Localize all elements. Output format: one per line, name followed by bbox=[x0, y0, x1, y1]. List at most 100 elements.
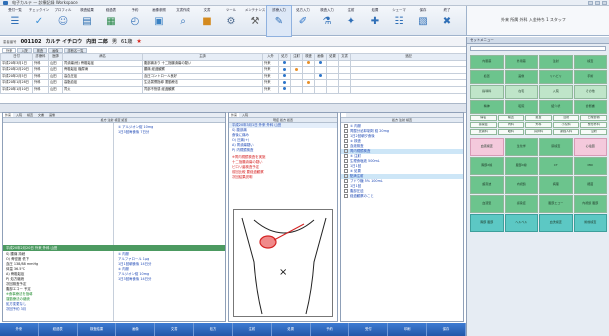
exam-set-button[interactable]: CT bbox=[539, 157, 573, 175]
order-checkbox[interactable] bbox=[344, 184, 348, 188]
exam-set-button[interactable]: 心電図 bbox=[573, 138, 607, 156]
order-checkbox[interactable] bbox=[344, 154, 348, 158]
order-checkbox[interactable] bbox=[344, 189, 348, 193]
exam-set-button[interactable]: 生化学 bbox=[504, 138, 538, 156]
minimize-button[interactable] bbox=[588, 1, 593, 5]
toolbar-button[interactable]: プロフィル ☺ bbox=[51, 6, 75, 36]
toolbar-button[interactable]: シェーマ ☷ bbox=[387, 6, 411, 36]
table-row[interactable]: 平成20年3月1日 外科 山田 胃潰瘍(他) 骨粗鬆症 腹部痛あり 十二指腸潰瘍の疑い外… bbox=[0, 59, 467, 68]
past-record-tab[interactable]: 外来 bbox=[3, 113, 14, 117]
order-checkbox[interactable] bbox=[344, 159, 348, 163]
toolbar-button[interactable]: 注射 ✦ bbox=[339, 6, 363, 36]
department-tab[interactable]: 注射 bbox=[552, 115, 580, 121]
exam-set-button[interactable]: 血液検査 bbox=[470, 138, 504, 156]
set-category-button[interactable]: 画像 bbox=[504, 70, 538, 84]
order-checkbox[interactable] bbox=[344, 139, 348, 143]
set-category-button[interactable]: 診断書 bbox=[573, 100, 607, 114]
function-key-button[interactable]: 経過表 bbox=[39, 323, 78, 336]
exam-set-button[interactable]: 胸部 腹部 bbox=[470, 214, 504, 232]
toolbar-button[interactable]: 処方入力 ✐ bbox=[291, 6, 315, 36]
exam-set-button[interactable]: MRI bbox=[573, 157, 607, 175]
order-checkbox[interactable] bbox=[344, 174, 348, 178]
toolbar-button[interactable]: 受付一覧 ☰ bbox=[3, 6, 27, 36]
department-tab[interactable]: 内科 bbox=[497, 122, 525, 128]
order-checkbox[interactable] bbox=[344, 134, 348, 138]
set-category-button[interactable]: 精神 bbox=[470, 100, 504, 114]
set-search-input[interactable] bbox=[470, 46, 606, 51]
function-key-button[interactable]: 予約 bbox=[311, 323, 350, 336]
past-record-tab[interactable]: 文書 bbox=[36, 113, 46, 117]
set-category-button[interactable]: 外用薬 bbox=[504, 55, 538, 69]
table-row[interactable]: 平成20年1月28日 外科 山田 高脂血症 生活習慣指導 運動療法 外来 bbox=[0, 79, 467, 87]
exam-set-button[interactable]: 血洗検査 bbox=[539, 214, 573, 232]
set-category-button[interactable]: 入院 bbox=[539, 85, 573, 99]
department-tab[interactable]: 検査 bbox=[497, 115, 525, 121]
function-key-button[interactable]: 処方 bbox=[194, 323, 233, 336]
set-category-button[interactable]: 転院 bbox=[504, 100, 538, 114]
set-category-button[interactable]: 処置 bbox=[470, 70, 504, 84]
function-key-button[interactable]: 文書 bbox=[155, 323, 195, 336]
exam-set-button[interactable]: 胸部X線 bbox=[470, 157, 504, 175]
function-key-button[interactable]: 保存 bbox=[427, 323, 466, 336]
toolbar-button[interactable]: 検査結果 ▤ bbox=[75, 6, 99, 36]
exam-set-button[interactable]: 腹部エコー bbox=[539, 195, 573, 213]
department-tab[interactable]: 眼科 bbox=[497, 129, 525, 135]
order-checkbox[interactable] bbox=[344, 164, 348, 168]
order-checkbox[interactable] bbox=[344, 124, 348, 128]
toolbar-button[interactable]: チェックイン ✓ bbox=[27, 6, 51, 36]
order-checkbox[interactable] bbox=[344, 169, 348, 173]
function-key-button[interactable]: 外来 bbox=[0, 323, 39, 336]
order-line[interactable]: 経過観察のこと bbox=[341, 194, 463, 199]
toolbar-button[interactable]: 診療入力 ✎ bbox=[266, 5, 292, 37]
function-key-button[interactable]: 印刷 bbox=[388, 323, 428, 336]
important-star-icon[interactable]: ★ bbox=[136, 38, 141, 45]
department-tab[interactable]: 日常診療 bbox=[580, 115, 607, 121]
order-checkbox[interactable] bbox=[344, 144, 348, 148]
department-tab[interactable]: 整形外科 bbox=[580, 122, 607, 128]
set-category-button[interactable]: リハビリ bbox=[539, 70, 573, 84]
close-window-button[interactable] bbox=[602, 1, 607, 5]
toolbar-button[interactable]: 経過表 ▦ bbox=[99, 6, 123, 36]
function-key-button[interactable]: 処置 bbox=[272, 323, 311, 336]
maximize-button[interactable] bbox=[595, 1, 600, 5]
set-category-button[interactable]: 紹介状 bbox=[539, 100, 573, 114]
function-key-button[interactable]: 検査結果 bbox=[78, 323, 117, 336]
orders-list[interactable]: ① 内服 胃酸分泌抑制剤 錠 20mg 1日2回朝夕食後 ② 検査 血液検査 胃内視鏡検査… bbox=[341, 123, 463, 199]
order-checkbox[interactable] bbox=[344, 194, 348, 198]
department-tab[interactable]: 処置 bbox=[525, 115, 552, 121]
exam-set-button[interactable]: 細菌 bbox=[573, 176, 607, 194]
function-key-button[interactable]: 注射 bbox=[233, 323, 272, 336]
department-tab[interactable]: 小児科 bbox=[552, 122, 580, 128]
exam-set-button[interactable]: 血液型 bbox=[470, 195, 504, 213]
table-row[interactable]: 平成20年1月10日 外科 山田 胃炎 胃部不快感 経過観察 外来 bbox=[0, 85, 467, 94]
past-record-tab[interactable]: 入院 bbox=[14, 113, 24, 117]
order-checkbox[interactable] bbox=[344, 149, 348, 153]
toolbar-button[interactable]: 検査入力 ⚗ bbox=[315, 6, 339, 36]
set-category-button[interactable]: 注射 bbox=[539, 55, 573, 69]
function-key-button[interactable]: 受付 bbox=[349, 323, 389, 336]
department-tab[interactable]: 感染症 bbox=[470, 122, 497, 128]
order-checkbox[interactable] bbox=[344, 129, 348, 133]
department-tab[interactable]: 産婦人科 bbox=[552, 129, 580, 135]
table-row[interactable]: 平成20年2月5日 外科 山田 高血圧症 血圧コントロール良好 外来 bbox=[0, 72, 467, 81]
toolbar-button[interactable]: 文書作成 ⌕ bbox=[171, 6, 195, 36]
toolbar-button[interactable]: 予約 ◴ bbox=[123, 6, 147, 36]
exam-set-button[interactable]: 術前検査 bbox=[573, 214, 607, 232]
toolbar-button[interactable]: ツール ⚙ bbox=[219, 6, 243, 36]
department-tab[interactable]: 外科 bbox=[525, 122, 552, 128]
set-category-button[interactable]: 手術 bbox=[573, 70, 607, 84]
past-record-tab[interactable]: 検査 bbox=[25, 113, 35, 117]
set-category-button[interactable]: 指導料 bbox=[470, 85, 504, 99]
set-category-button[interactable]: 検査 bbox=[573, 55, 607, 69]
tab-orders[interactable] bbox=[341, 113, 346, 117]
toolbar-button[interactable]: 処置 ✚ bbox=[363, 6, 387, 36]
toolbar-button[interactable]: 画像参照 ▣ bbox=[147, 6, 171, 36]
exam-set-button[interactable]: 尿検査 bbox=[539, 138, 573, 156]
exam-set-button[interactable]: 病理 bbox=[539, 176, 573, 194]
current-record-tab[interactable]: 外来 bbox=[229, 113, 240, 117]
department-tab[interactable]: 病名 bbox=[470, 115, 497, 121]
toolbar-button[interactable]: 文書 ■ bbox=[195, 6, 219, 36]
current-record-tab[interactable]: 入院 bbox=[240, 113, 250, 117]
past-record-tab[interactable]: 画像 bbox=[47, 113, 57, 117]
exam-set-button[interactable]: 超音波 bbox=[470, 176, 504, 194]
